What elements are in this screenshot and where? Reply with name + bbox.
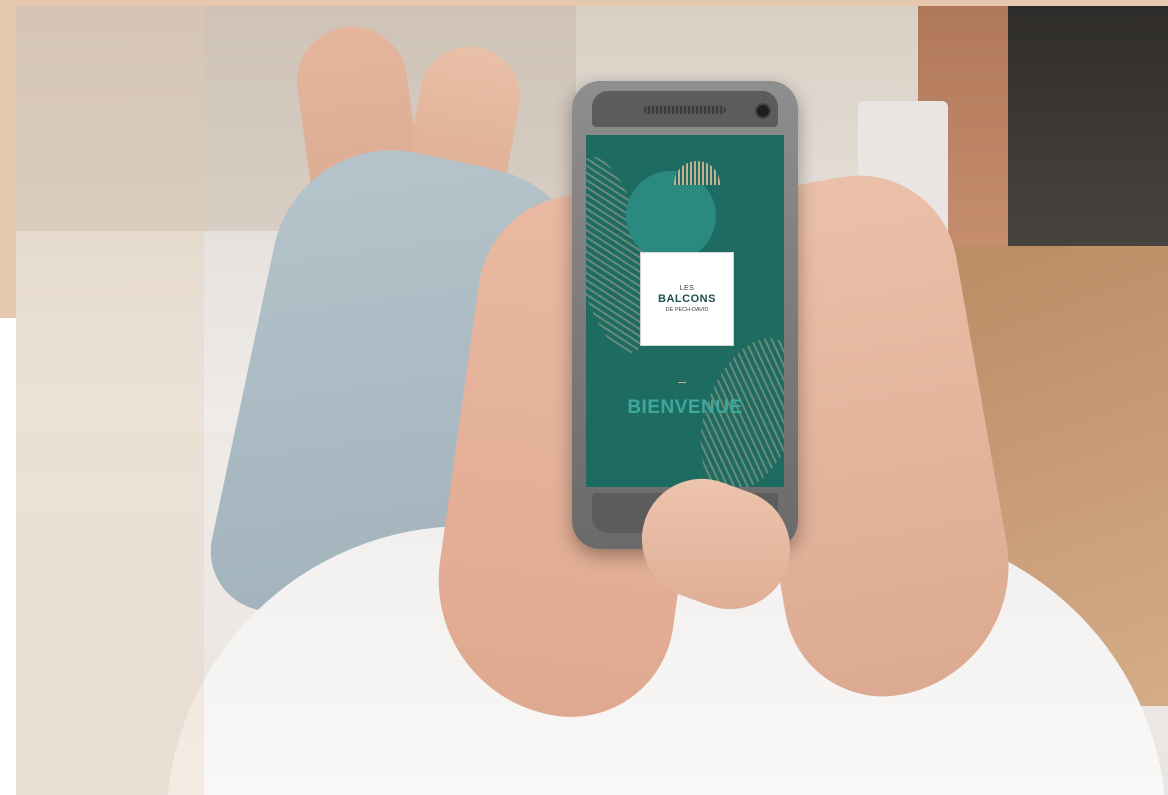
- earpiece-grille: [644, 106, 726, 114]
- logo-line-bottom: DE PECH-DAVID: [665, 307, 709, 313]
- logo-line-main: BALCONS: [658, 293, 716, 305]
- app-logo: LES BALCONS DE PECH-DAVID: [640, 252, 734, 346]
- front-camera-icon: [755, 103, 771, 119]
- beige-overlay-strip: [16, 6, 204, 795]
- dotted-dome-icon: [674, 161, 720, 185]
- phone-top-bezel: [592, 91, 778, 127]
- phone-screen[interactable]: LES BALCONS DE PECH-DAVID BIENVENUE: [586, 135, 784, 487]
- divider-dash: [678, 382, 686, 383]
- dark-shelf: [1008, 6, 1168, 256]
- logo-line-top: LES: [679, 285, 695, 292]
- left-beige-block: [0, 0, 16, 318]
- welcome-text: BIENVENUE: [627, 397, 743, 418]
- smartphone: LES BALCONS DE PECH-DAVID BIENVENUE: [572, 81, 798, 549]
